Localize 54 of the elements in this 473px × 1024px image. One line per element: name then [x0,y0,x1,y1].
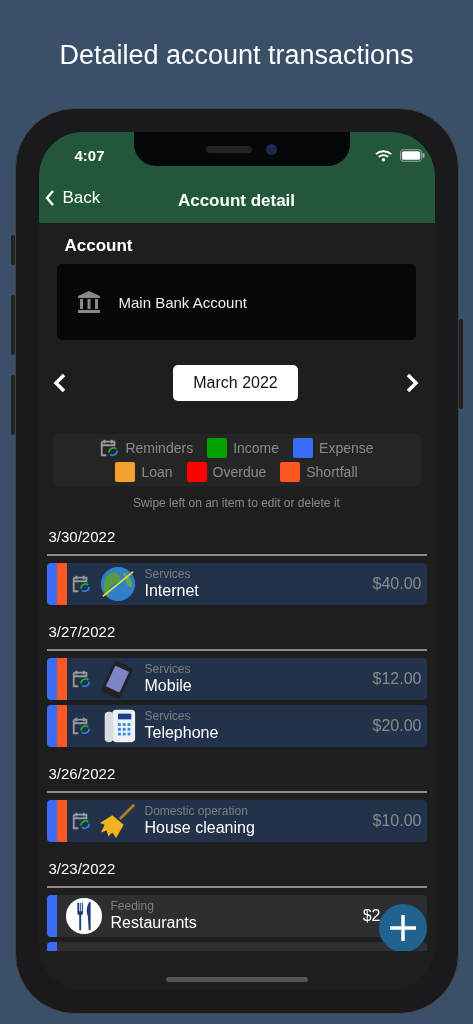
transaction-card[interactable]: Feeding Restaurants $2 [46,895,427,937]
transaction-card[interactable]: Services Internet $40.00 [46,563,427,605]
legend-label: Overdue [212,464,267,480]
bank-icon [76,290,101,314]
legend-label: Loan [141,464,173,480]
date-heading: 3/27/2022 [48,623,117,642]
account-name: Main Bank Account [118,293,247,311]
transaction-name: House cleaning [144,818,256,837]
date-heading: 3/23/2022 [48,860,117,879]
transaction-name: Restaurants [110,913,198,932]
category-label: Feeding [110,900,155,913]
calendar-repeat-icon [70,811,91,831]
legend-label: Expense [319,440,374,456]
date-heading: 3/30/2022 [48,528,117,547]
legend-label: Shortfall [306,464,358,480]
broom-icon [98,802,137,840]
category-label: Domestic operation [144,805,249,818]
category-label: Services [144,663,192,676]
status-time: 4:07 [74,146,105,164]
calendar-repeat-icon [70,574,91,594]
back-button[interactable]: Back [44,188,101,208]
transaction-name: Telephone [144,723,220,742]
amount-text: $12.00 [372,670,422,688]
legend-label: Income [233,440,280,456]
screen-title: Account detail [177,190,296,211]
chevron-icon [44,189,55,207]
transaction-name: Mobile [144,676,193,695]
battery-icon [399,148,425,162]
month-picker[interactable]: March 2022 [173,365,298,401]
date-heading: 3/26/2022 [48,765,117,784]
transaction-card[interactable]: Domestic operation House cleaning $10.00 [46,800,427,842]
wifi-icon [374,148,392,162]
amount-text: $10.00 [372,812,422,830]
category-label: Services [144,710,192,723]
calendar-repeat-icon [99,438,120,458]
calendar-repeat-icon [70,716,91,736]
plus-icon [387,913,418,943]
globe-icon [98,565,137,603]
section-label: Account [64,236,134,256]
hint-text: Swipe left on an item to edit or delete it [132,496,341,510]
transaction-card[interactable]: Services Mobile $12.00 [46,658,427,700]
plate-cutlery-icon [64,897,103,935]
amount-text: $2 [362,907,381,925]
transaction-card[interactable]: Services Telephone $20.00 [46,705,427,747]
headline: Detailed account transactions [59,39,414,72]
next-month-icon[interactable] [404,372,419,394]
category-label: Services [144,568,192,581]
calendar-repeat-icon [70,669,91,689]
legend-label: Reminders [125,440,194,456]
previous-month-icon[interactable] [52,372,67,394]
amount-text: $20.00 [372,717,422,735]
transaction-name: Internet [144,581,200,600]
amount-text: $40.00 [372,575,422,593]
account-card[interactable]: Main Bank Account [56,264,416,340]
